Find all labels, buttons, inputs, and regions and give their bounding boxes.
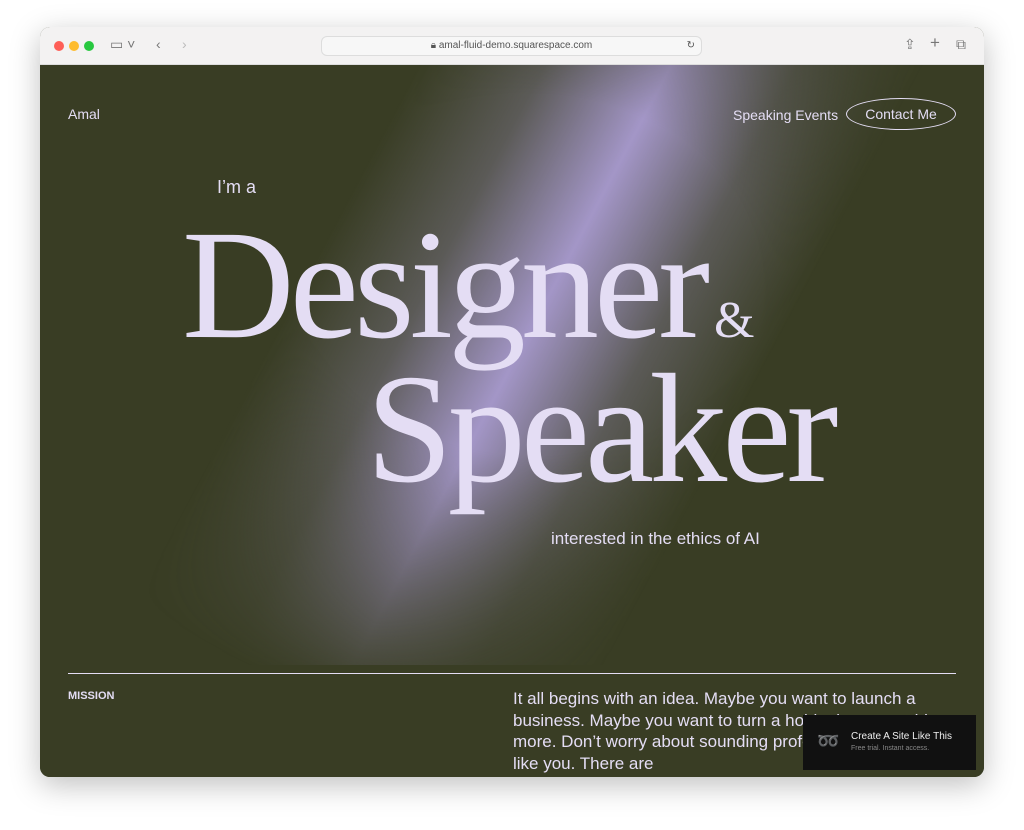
hero-title-speaker: Speaker [366,342,838,515]
sidebar-icon[interactable]: ▭ ˅ [110,36,135,53]
promo-subtitle: Free trial. Instant access. [851,745,930,752]
new-tab-icon[interactable]: + [930,33,940,53]
promo-title: Create A Site Like This [851,731,952,742]
hero-title-designer: Designer [182,198,710,371]
close-window-button[interactable] [54,41,64,51]
page-content: Amal Speaking Events Contact Me I’m a De… [40,65,984,777]
hero-tagline: interested in the ethics of AI [551,529,760,548]
forward-icon[interactable]: › [182,36,187,52]
site-logo[interactable]: Amal [68,106,100,122]
contact-me-button[interactable]: Contact Me [846,98,956,130]
minimize-window-button[interactable] [69,41,79,51]
url-text: amal-fluid-demo.squarespace.com [438,40,593,51]
reload-icon[interactable]: ↻ [687,37,695,55]
address-bar[interactable]: 🔒︎ amal-fluid-demo.squarespace.com ↻ [321,36,702,56]
create-site-promo[interactable]: ➿ Create A Site Like This Free trial. In… [803,715,976,770]
hero-intro: I’m a [217,177,257,197]
section-divider [68,673,956,674]
browser-window: ▭ ˅ ‹ › 🔒︎ amal-fluid-demo.squarespace.c… [40,27,984,777]
squarespace-logo-icon: ➿ [817,731,840,751]
share-icon[interactable]: ⇪ [904,36,916,53]
lock-icon: 🔒︎ [430,40,439,51]
mission-label: MISSION [68,690,115,702]
back-icon[interactable]: ‹ [156,36,161,52]
nav-speaking-events[interactable]: Speaking Events [733,107,838,123]
maximize-window-button[interactable] [84,41,94,51]
browser-toolbar: ▭ ˅ ‹ › 🔒︎ amal-fluid-demo.squarespace.c… [40,27,984,65]
tabs-overview-icon[interactable]: ⧉ [956,36,966,53]
